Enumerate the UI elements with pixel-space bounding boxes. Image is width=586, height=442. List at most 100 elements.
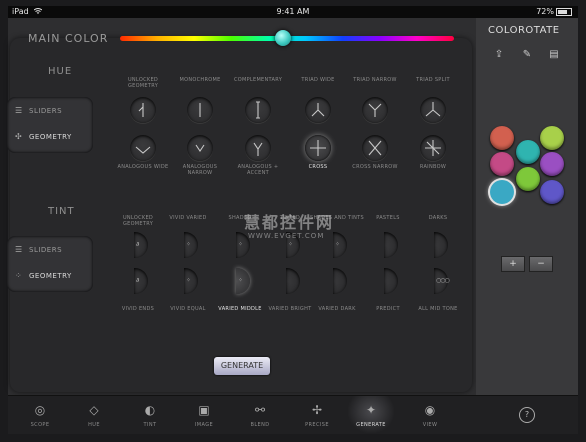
battery-icon xyxy=(556,7,572,16)
tint-preset-label: VIVID EQUAL xyxy=(170,306,206,312)
clock: 9:41 AM xyxy=(276,7,310,16)
hue-icon: ◇ xyxy=(89,403,99,417)
complementary-icon xyxy=(256,101,260,119)
hue-preset-label: ANALOGOUS NARROW xyxy=(182,164,218,176)
hue-preset-analogous-wide[interactable] xyxy=(130,135,156,161)
analogous-accent-icon xyxy=(253,142,263,156)
tab-label: TINT xyxy=(143,422,157,428)
view-icon: ◉ xyxy=(424,403,436,417)
cross-icon xyxy=(310,140,326,156)
geometry-icon: ⁘ xyxy=(15,271,23,280)
hue-preset-label: COMPLEMENTARY xyxy=(233,77,283,83)
add-color-button[interactable]: + xyxy=(501,256,525,272)
watermark: 慧都控件网 WWW.EVGET.COM xyxy=(214,209,384,249)
tint-mode-geometry[interactable]: ⁘ GEOMETRY xyxy=(7,266,93,286)
color-swatch[interactable] xyxy=(490,180,514,204)
tint-mode-sliders[interactable]: ☰ SLIDERS xyxy=(7,240,93,260)
tab-blend[interactable]: ⚯ BLEND xyxy=(236,396,284,434)
hue-section-title: HUE xyxy=(48,66,73,77)
hue-preset-cross-narrow[interactable] xyxy=(362,135,388,161)
hue-preset-label: MONOCHROME xyxy=(179,77,221,83)
hue-preset-unlocked-geometry[interactable] xyxy=(130,97,156,123)
tab-label: BLEND xyxy=(250,422,270,428)
rainbow-icon xyxy=(425,140,441,156)
color-swatch[interactable] xyxy=(516,167,540,191)
blend-icon: ⚯ xyxy=(254,403,266,417)
tab-bar: ◎ SCOPE ◇ HUE ◐ TINT ▣ IMAGE ⚯ BLEND ✢ PRECISE ✦ GENE… xyxy=(8,395,578,434)
hue-preset-label: RAINBOW xyxy=(419,164,447,170)
hue-preset-analogous-narrow[interactable] xyxy=(187,135,213,161)
triad-narrow-icon xyxy=(368,103,382,117)
monochrome-icon xyxy=(199,103,201,117)
hue-mode-geometry[interactable]: ✣ GEOMETRY xyxy=(7,127,93,147)
hue-preset-label: ANALOGOUS + ACCENT xyxy=(237,164,279,176)
hue-mode-sliders-label: SLIDERS xyxy=(29,107,63,115)
tint-mode-sliders-label: SLIDERS xyxy=(29,246,63,254)
hue-mode-geometry-label: GEOMETRY xyxy=(29,133,72,141)
remove-color-button[interactable]: − xyxy=(529,256,553,272)
main-color-slider-knob[interactable] xyxy=(275,30,291,46)
tab-image[interactable]: ▣ IMAGE xyxy=(180,396,228,434)
battery-percent: 72% xyxy=(536,7,554,16)
tab-label: VIEW xyxy=(422,422,438,428)
tab-view[interactable]: ◉ VIEW xyxy=(406,396,454,434)
help-button[interactable]: ? xyxy=(519,407,535,423)
tint-preset-icon: ⁘ xyxy=(238,277,243,284)
analogous-narrow-icon xyxy=(195,144,205,152)
hue-preset-complementary[interactable] xyxy=(245,97,271,123)
hue-preset-cross[interactable] xyxy=(305,135,331,161)
color-swatch[interactable] xyxy=(540,152,564,176)
cross-narrow-icon xyxy=(368,140,382,156)
geometry-icon: ✣ xyxy=(15,132,23,141)
document-icon[interactable]: ▤ xyxy=(547,48,561,62)
hue-preset-rainbow[interactable] xyxy=(420,135,446,161)
hue-preset-triad-narrow[interactable] xyxy=(362,97,388,123)
tab-scope[interactable]: ◎ SCOPE xyxy=(16,396,64,434)
tint-mode-selector: ☰ SLIDERS ⁘ GEOMETRY xyxy=(7,236,93,292)
share-icon[interactable]: ⇪ xyxy=(492,48,506,62)
sliders-icon: ☰ xyxy=(15,245,23,254)
tab-generate[interactable]: ✦ GENERATE xyxy=(347,396,395,434)
precise-icon: ✢ xyxy=(311,403,323,417)
wrench-icon[interactable]: ✎ xyxy=(520,48,534,62)
tint-icon: ◐ xyxy=(144,403,156,417)
battery-status: 72% xyxy=(536,6,572,18)
hue-preset-label: CROSS NARROW xyxy=(352,164,398,170)
hue-preset-label: TRIAD WIDE xyxy=(301,77,335,83)
color-swatch[interactable] xyxy=(490,126,514,150)
generate-button[interactable]: GENERATE xyxy=(214,357,270,375)
tab-precise[interactable]: ✢ PRECISE xyxy=(293,396,341,434)
tint-section-title: TINT xyxy=(48,206,75,217)
watermark-url: WWW.EVGET.COM xyxy=(248,232,325,240)
hue-mode-selector: ☰ SLIDERS ✣ GEOMETRY xyxy=(7,97,93,153)
watermark-title: 慧都控件网 xyxy=(244,213,335,232)
hue-preset-label: TRIAD NARROW xyxy=(353,77,397,83)
color-swatch[interactable] xyxy=(490,152,514,176)
tab-tint[interactable]: ◐ TINT xyxy=(126,396,174,434)
tint-preset-label: ALL MID TONE xyxy=(418,306,458,312)
tab-hue[interactable]: ◇ HUE xyxy=(70,396,118,434)
hue-preset-triad-split[interactable] xyxy=(420,97,446,123)
color-swatch[interactable] xyxy=(516,140,540,164)
image-icon: ▣ xyxy=(198,403,210,417)
tab-label: SCOPE xyxy=(30,422,50,428)
tint-preset-icon: ∂ xyxy=(136,277,139,284)
hue-preset-label: UNLOCKED GEOMETRY xyxy=(127,77,159,89)
device-frame: iPad 9:41 AM 72% MAIN COLOR HUE ☰ SLIDER… xyxy=(0,0,586,442)
tint-preset-icon: ⁘ xyxy=(186,241,191,248)
hue-preset-triad-wide[interactable] xyxy=(305,97,331,123)
tint-preset-icon: ○○○ xyxy=(436,277,450,284)
color-swatch[interactable] xyxy=(540,180,564,204)
hue-preset-monochrome[interactable] xyxy=(187,97,213,123)
hue-mode-sliders[interactable]: ☰ SLIDERS xyxy=(7,101,93,121)
hue-preset-label: TRIAD SPLIT xyxy=(416,77,450,83)
hue-preset-analogous-accent[interactable] xyxy=(245,135,271,161)
tab-label: HUE xyxy=(88,422,100,428)
generate-icon: ✦ xyxy=(365,403,377,417)
triad-wide-icon xyxy=(311,103,325,117)
analogous-wide-icon xyxy=(135,146,151,154)
unlocked-geometry-icon xyxy=(138,103,144,117)
status-bar: iPad 9:41 AM 72% xyxy=(8,6,578,18)
color-swatch[interactable] xyxy=(540,126,564,150)
app-title: COLOROTATE xyxy=(488,25,560,36)
